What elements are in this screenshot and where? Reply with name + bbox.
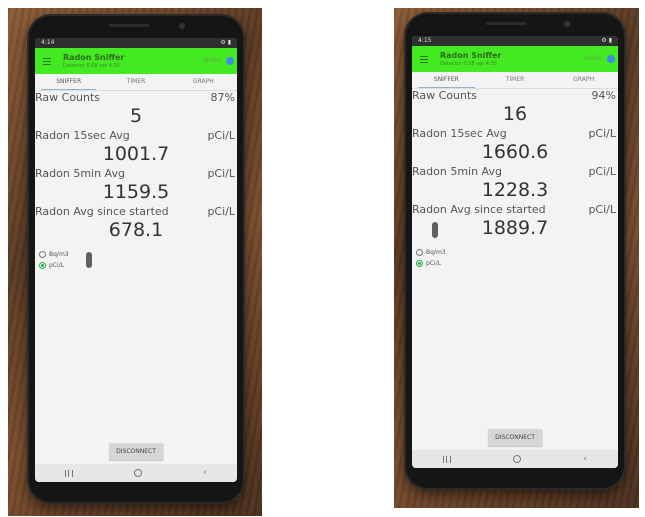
- avg15-value: 1660.6: [481, 141, 549, 163]
- avg-all-unit: pCi/L: [207, 205, 235, 218]
- status-icons: ⚙ ▮: [220, 39, 231, 46]
- radio-button[interactable]: [39, 251, 46, 258]
- radio-button-selected[interactable]: [39, 262, 46, 269]
- tab-timer[interactable]: TIMER: [481, 72, 550, 88]
- radio-label: Bq/m3: [49, 251, 69, 258]
- android-nav-bar: ‹: [35, 464, 237, 482]
- camera-icon: [564, 21, 570, 27]
- finger-smudge: [432, 222, 438, 238]
- avg15-label: Radon 15sec Avg: [412, 127, 507, 140]
- phone: 4:14 ⚙ ▮ Radon Sniffer Detector 0.58 ver…: [29, 16, 243, 502]
- radio-label: pCi/L: [426, 260, 442, 267]
- avg5-unit: pCi/L: [588, 165, 616, 178]
- app-subtitle: Detector 0.58 ver 4.35: [63, 62, 120, 69]
- status-bar: 4:14 ⚙ ▮: [35, 38, 237, 48]
- disconnect-button[interactable]: DISCONNECT: [109, 443, 163, 460]
- avg15-unit: pCi/L: [588, 127, 616, 140]
- status-time: 4:14: [41, 39, 55, 46]
- app-title: Radon Sniffer: [440, 50, 502, 60]
- avg-all-unit: pCi/L: [588, 203, 616, 216]
- speaker: [109, 24, 149, 27]
- avg15-value: 1001.7: [102, 143, 170, 165]
- avg15-label: Radon 15sec Avg: [35, 129, 130, 142]
- home-icon[interactable]: [513, 455, 522, 463]
- avg5-value: 1228.3: [481, 179, 549, 201]
- disconnect-button[interactable]: DISCONNECT: [488, 429, 542, 446]
- photo-left: 4:14 ⚙ ▮ Radon Sniffer Detector 0.58 ver…: [8, 8, 262, 516]
- avg-all-label: Radon Avg since started: [35, 205, 169, 218]
- phone-screen: 4:14 ⚙ ▮ Radon Sniffer Detector 0.58 ver…: [35, 38, 237, 482]
- more-button[interactable]: MORE: [203, 57, 221, 64]
- android-nav-bar: ‹: [412, 450, 618, 468]
- app-title: Radon Sniffer: [63, 52, 125, 62]
- home-icon[interactable]: [134, 469, 143, 477]
- status-icons: ⚙ ▮: [601, 37, 612, 44]
- avg-all-label: Radon Avg since started: [412, 203, 546, 216]
- status-time: 4:15: [418, 37, 432, 44]
- tab-sniffer[interactable]: SNIFFER: [412, 72, 481, 88]
- radio-label: Bq/m3: [426, 249, 446, 256]
- app-bar: Radon Sniffer Detector 0.58 ver 4.35 MOR…: [35, 48, 237, 74]
- battery-percent: 94%: [591, 89, 616, 102]
- tab-timer[interactable]: TIMER: [102, 74, 169, 90]
- app-bar: Radon Sniffer Detector 0.58 ver 4.35 MOR…: [412, 46, 618, 72]
- phone-screen: 4:15 ⚙ ▮ Radon Sniffer Detector 0.58 ver…: [412, 36, 618, 468]
- avg5-unit: pCi/L: [207, 167, 235, 180]
- avg15-unit: pCi/L: [207, 129, 235, 142]
- sniffer-content: Raw Counts 87% 5 Radon 15sec Avg pCi/L 1…: [35, 91, 237, 269]
- avg5-label: Radon 5min Avg: [412, 165, 502, 178]
- avg5-value: 1159.5: [102, 181, 170, 203]
- connection-dot-icon: [607, 55, 615, 63]
- recents-icon[interactable]: [443, 455, 452, 463]
- menu-icon[interactable]: [416, 51, 432, 67]
- avg5-label: Radon 5min Avg: [35, 167, 125, 180]
- radio-pcil[interactable]: pCi/L: [39, 262, 237, 269]
- sniffer-content: Raw Counts 94% 16 Radon 15sec Avg pCi/L …: [412, 89, 618, 267]
- unit-radio-group: Bq/m3 pCi/L: [35, 251, 237, 269]
- back-icon[interactable]: ‹: [583, 454, 587, 464]
- avg-all-value: 1889.7: [481, 217, 549, 239]
- radio-button[interactable]: [416, 249, 423, 256]
- unit-radio-group: Bq/m3 pCi/L: [412, 249, 618, 267]
- photo-right: 4:15 ⚙ ▮ Radon Sniffer Detector 0.58 ver…: [394, 8, 639, 508]
- battery-percent: 87%: [210, 91, 235, 104]
- radio-button-selected[interactable]: [416, 260, 423, 267]
- tab-bar: SNIFFER TIMER GRAPH: [412, 72, 618, 89]
- app-subtitle: Detector 0.58 ver 4.35: [440, 60, 497, 67]
- connection-dot-icon: [226, 57, 234, 65]
- raw-counts-label: Raw Counts: [412, 89, 478, 102]
- status-bar: 4:15 ⚙ ▮: [412, 36, 618, 46]
- tab-graph[interactable]: GRAPH: [549, 72, 618, 88]
- raw-counts-value: 5: [129, 105, 143, 127]
- menu-icon[interactable]: [39, 53, 55, 69]
- tab-bar: SNIFFER TIMER GRAPH: [35, 74, 237, 91]
- radio-pcil[interactable]: pCi/L: [416, 260, 618, 267]
- recents-icon[interactable]: [65, 469, 74, 477]
- phone: 4:15 ⚙ ▮ Radon Sniffer Detector 0.58 ver…: [406, 14, 624, 488]
- tab-graph[interactable]: GRAPH: [170, 74, 237, 90]
- radio-bqm3[interactable]: Bq/m3: [416, 249, 618, 256]
- radio-bqm3[interactable]: Bq/m3: [39, 251, 237, 258]
- tab-sniffer[interactable]: SNIFFER: [35, 74, 102, 90]
- speaker: [486, 22, 526, 25]
- more-button[interactable]: MORE: [584, 55, 602, 62]
- camera-icon: [179, 23, 185, 29]
- raw-counts-label: Raw Counts: [35, 91, 101, 104]
- finger-smudge: [86, 252, 92, 268]
- back-icon[interactable]: ‹: [203, 468, 207, 478]
- avg-all-value: 678.1: [108, 219, 164, 241]
- radio-label: pCi/L: [49, 262, 65, 269]
- raw-counts-value: 16: [502, 103, 528, 125]
